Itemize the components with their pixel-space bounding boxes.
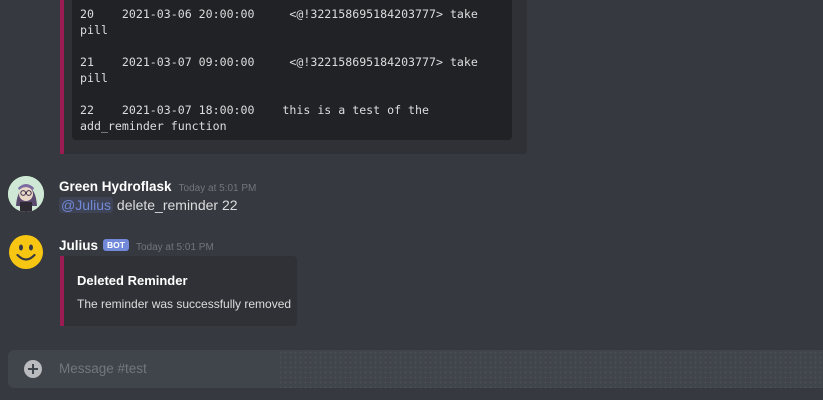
- user-mention[interactable]: @Julius: [59, 197, 114, 213]
- embed-description: The reminder was successfully removed: [77, 297, 292, 311]
- code-line: 22 2021-03-07 18:00:00 this is a test of…: [80, 103, 430, 117]
- code-line: pill: [80, 71, 108, 85]
- message-text: delete_reminder 22: [113, 197, 238, 213]
- code-line: add_reminder function: [80, 119, 227, 133]
- code-line: pill: [80, 23, 108, 37]
- plus-icon: [28, 364, 38, 374]
- chat-area: 20 2021-03-06 20:00:00 <@!32215869518420…: [0, 0, 823, 400]
- username[interactable]: Green Hydroflask: [59, 179, 172, 194]
- smiley-face-icon: [9, 235, 43, 269]
- timestamp: Today at 5:01 PM: [135, 242, 214, 253]
- message-input-bar[interactable]: Message #test: [8, 350, 823, 388]
- plus-circle-icon[interactable]: [24, 360, 42, 378]
- avatar[interactable]: [8, 234, 44, 270]
- bot-badge: BOT: [103, 239, 129, 251]
- avatar[interactable]: [8, 176, 44, 212]
- embed-title: Deleted Reminder: [77, 273, 188, 288]
- message-content: @Julius delete_reminder 22: [59, 197, 238, 213]
- dither-overlay: [278, 350, 823, 388]
- username[interactable]: Julius: [59, 238, 98, 253]
- message-input-placeholder[interactable]: Message #test: [59, 361, 147, 376]
- avatar-image: [8, 176, 44, 212]
- deleted-reminder-embed: Deleted Reminder The reminder was succes…: [60, 256, 297, 326]
- timestamp: Today at 5:01 PM: [178, 183, 257, 194]
- code-block: 20 2021-03-06 20:00:00 <@!32215869518420…: [72, 0, 512, 140]
- code-line: 20 2021-03-06 20:00:00 <@!32215869518420…: [80, 7, 478, 21]
- code-line: 21 2021-03-07 09:00:00 <@!32215869518420…: [80, 55, 478, 69]
